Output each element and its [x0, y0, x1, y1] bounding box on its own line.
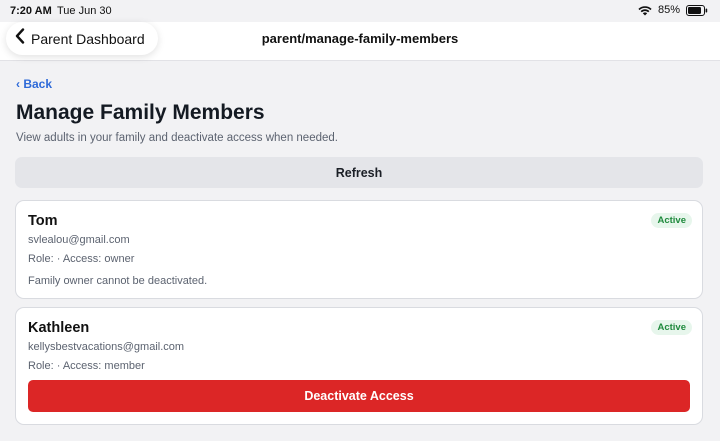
page-title: Manage Family Members [16, 101, 265, 124]
refresh-button[interactable]: Refresh [15, 157, 703, 188]
status-date: Tue Jun 30 [57, 5, 112, 17]
deactivate-access-button[interactable]: Deactivate Access [28, 380, 690, 412]
status-bar: 7:20 AM Tue Jun 30 85% [0, 0, 720, 22]
member-note: Family owner cannot be deactivated. [28, 275, 208, 287]
member-card: Tom Active svlealou@gmail.com Role: · Ac… [15, 200, 703, 299]
battery-icon [686, 4, 708, 16]
battery-percent: 85% [657, 4, 680, 16]
navigation-bar: Parent Dashboard parent/manage-family-me… [0, 22, 720, 61]
member-card: Kathleen Active kellysbestvacations@gmai… [15, 307, 703, 425]
status-badge: Active [651, 213, 692, 228]
back-link[interactable]: ‹ Back [16, 77, 52, 91]
member-name: Tom [28, 213, 58, 229]
nav-title: parent/manage-family-members [261, 31, 459, 46]
member-email: svlealou@gmail.com [28, 234, 130, 246]
member-name: Kathleen [28, 320, 90, 336]
page-subtitle: View adults in your family and deactivat… [16, 132, 338, 144]
wifi-icon [638, 5, 652, 16]
status-right: 85% [638, 4, 708, 16]
member-email: kellysbestvacations@gmail.com [28, 341, 185, 353]
member-role: Role: · Access: member [28, 360, 145, 372]
status-time: 7:20 AM [10, 5, 52, 17]
member-role: Role: · Access: owner [28, 253, 135, 265]
status-badge: Active [651, 320, 692, 335]
